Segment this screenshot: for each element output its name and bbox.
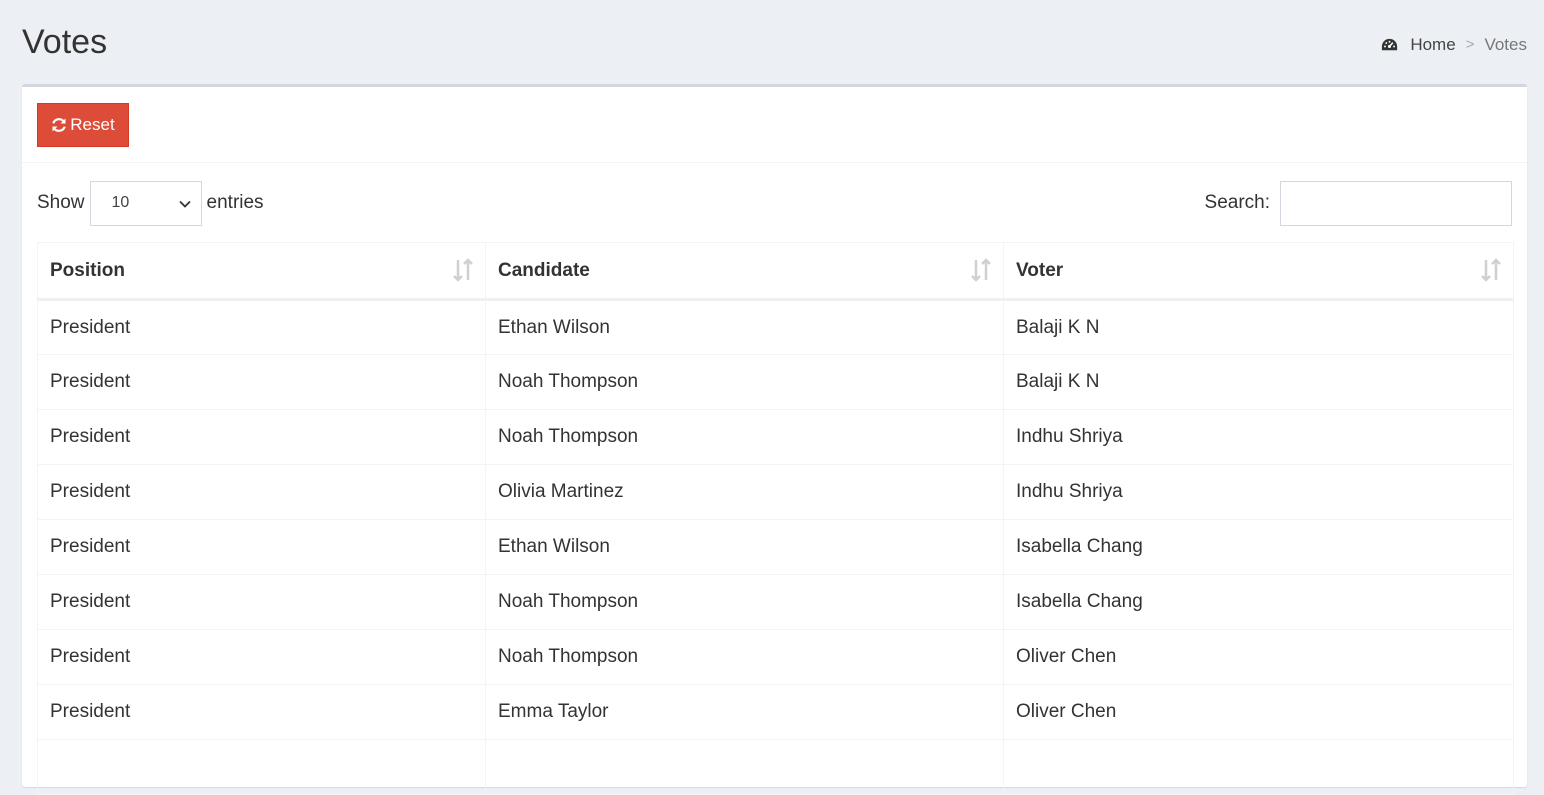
cell-position: President	[37, 409, 486, 465]
search-input[interactable]	[1280, 180, 1512, 226]
dashboard-icon	[1382, 38, 1398, 50]
table-controls: Show 10 entries Search:	[37, 180, 1512, 226]
table-row: President Emma Taylor Oliver Chen	[37, 684, 1514, 740]
cell-position: President	[37, 684, 486, 740]
cell-position: President	[37, 629, 486, 685]
breadcrumb: Home > Votes	[1380, 34, 1527, 56]
cell-voter: Indhu Shriya	[1003, 464, 1514, 520]
sort-icon	[971, 258, 991, 282]
page-length-select[interactable]: 10	[89, 180, 202, 226]
cell-voter: Isabella Chang	[1003, 574, 1514, 630]
cell-candidate: Noah Thompson	[485, 629, 1004, 685]
breadcrumb-separator: >	[1465, 36, 1475, 53]
cell-position: President	[37, 354, 486, 410]
show-label: Show	[37, 192, 85, 213]
table-row	[37, 739, 1514, 795]
content-header: Votes Home > Votes	[0, 0, 1544, 84]
reset-button-label: Reset	[70, 115, 115, 134]
cell-candidate: Noah Thompson	[485, 354, 1004, 410]
refresh-icon	[52, 118, 67, 132]
table-row: President Ethan Wilson Balaji K N	[37, 299, 1514, 355]
page-length-value: 10	[111, 194, 130, 211]
cell-voter: Oliver Chen	[1003, 629, 1514, 685]
cell-voter: Balaji K N	[1003, 299, 1514, 355]
cell-candidate: Ethan Wilson	[485, 519, 1004, 575]
breadcrumb-home-link[interactable]: Home	[1410, 34, 1455, 56]
table-header-row: Position Candidate Voter	[37, 242, 1514, 301]
cell-candidate: Noah Thompson	[485, 409, 1004, 465]
entries-label: entries	[206, 192, 264, 213]
cell-voter	[1003, 739, 1514, 795]
cell-candidate	[485, 739, 1004, 795]
page-length-control: Show 10 entries	[37, 180, 264, 226]
chevron-down-icon	[178, 200, 191, 208]
box-header: Reset	[22, 87, 1527, 163]
table-row: President Noah Thompson Balaji K N	[37, 354, 1514, 410]
cell-position: President	[37, 299, 486, 355]
search-label: Search:	[1204, 192, 1270, 213]
cell-candidate: Noah Thompson	[485, 574, 1004, 630]
column-header-voter[interactable]: Voter	[1003, 242, 1514, 301]
table-row: President Noah Thompson Oliver Chen	[37, 629, 1514, 685]
votes-table-wrap: Position Candidate Voter President Ethan…	[37, 242, 1514, 795]
cell-position: President	[37, 519, 486, 575]
column-header-label: Voter	[1016, 259, 1064, 281]
cell-candidate: Emma Taylor	[485, 684, 1004, 740]
cell-candidate: Ethan Wilson	[485, 299, 1004, 355]
column-header-label: Position	[50, 259, 125, 281]
table-row: President Noah Thompson Indhu Shriya	[37, 409, 1514, 465]
column-header-label: Candidate	[498, 259, 590, 281]
search-control: Search:	[1205, 180, 1512, 226]
page-title: Votes	[22, 23, 108, 61]
table-row: President Noah Thompson Isabella Chang	[37, 574, 1514, 630]
cell-position: President	[37, 464, 486, 520]
cell-voter: Oliver Chen	[1003, 684, 1514, 740]
cell-candidate: Olivia Martinez	[485, 464, 1004, 520]
sort-icon	[1481, 258, 1501, 282]
cell-voter: Indhu Shriya	[1003, 409, 1514, 465]
cell-position	[37, 739, 486, 795]
breadcrumb-current: Votes	[1484, 35, 1527, 54]
reset-button[interactable]: Reset	[37, 103, 129, 147]
sort-icon	[453, 258, 473, 282]
cell-voter: Isabella Chang	[1003, 519, 1514, 575]
cell-voter: Balaji K N	[1003, 354, 1514, 410]
column-header-position[interactable]: Position	[37, 242, 486, 301]
column-header-candidate[interactable]: Candidate	[485, 242, 1004, 301]
table-row: President Ethan Wilson Isabella Chang	[37, 519, 1514, 575]
table-row: President Olivia Martinez Indhu Shriya	[37, 464, 1514, 520]
cell-position: President	[37, 574, 486, 630]
votes-box: Reset Show 10 entries Search: Position C…	[22, 84, 1527, 795]
votes-table: Position Candidate Voter President Ethan…	[37, 242, 1514, 795]
